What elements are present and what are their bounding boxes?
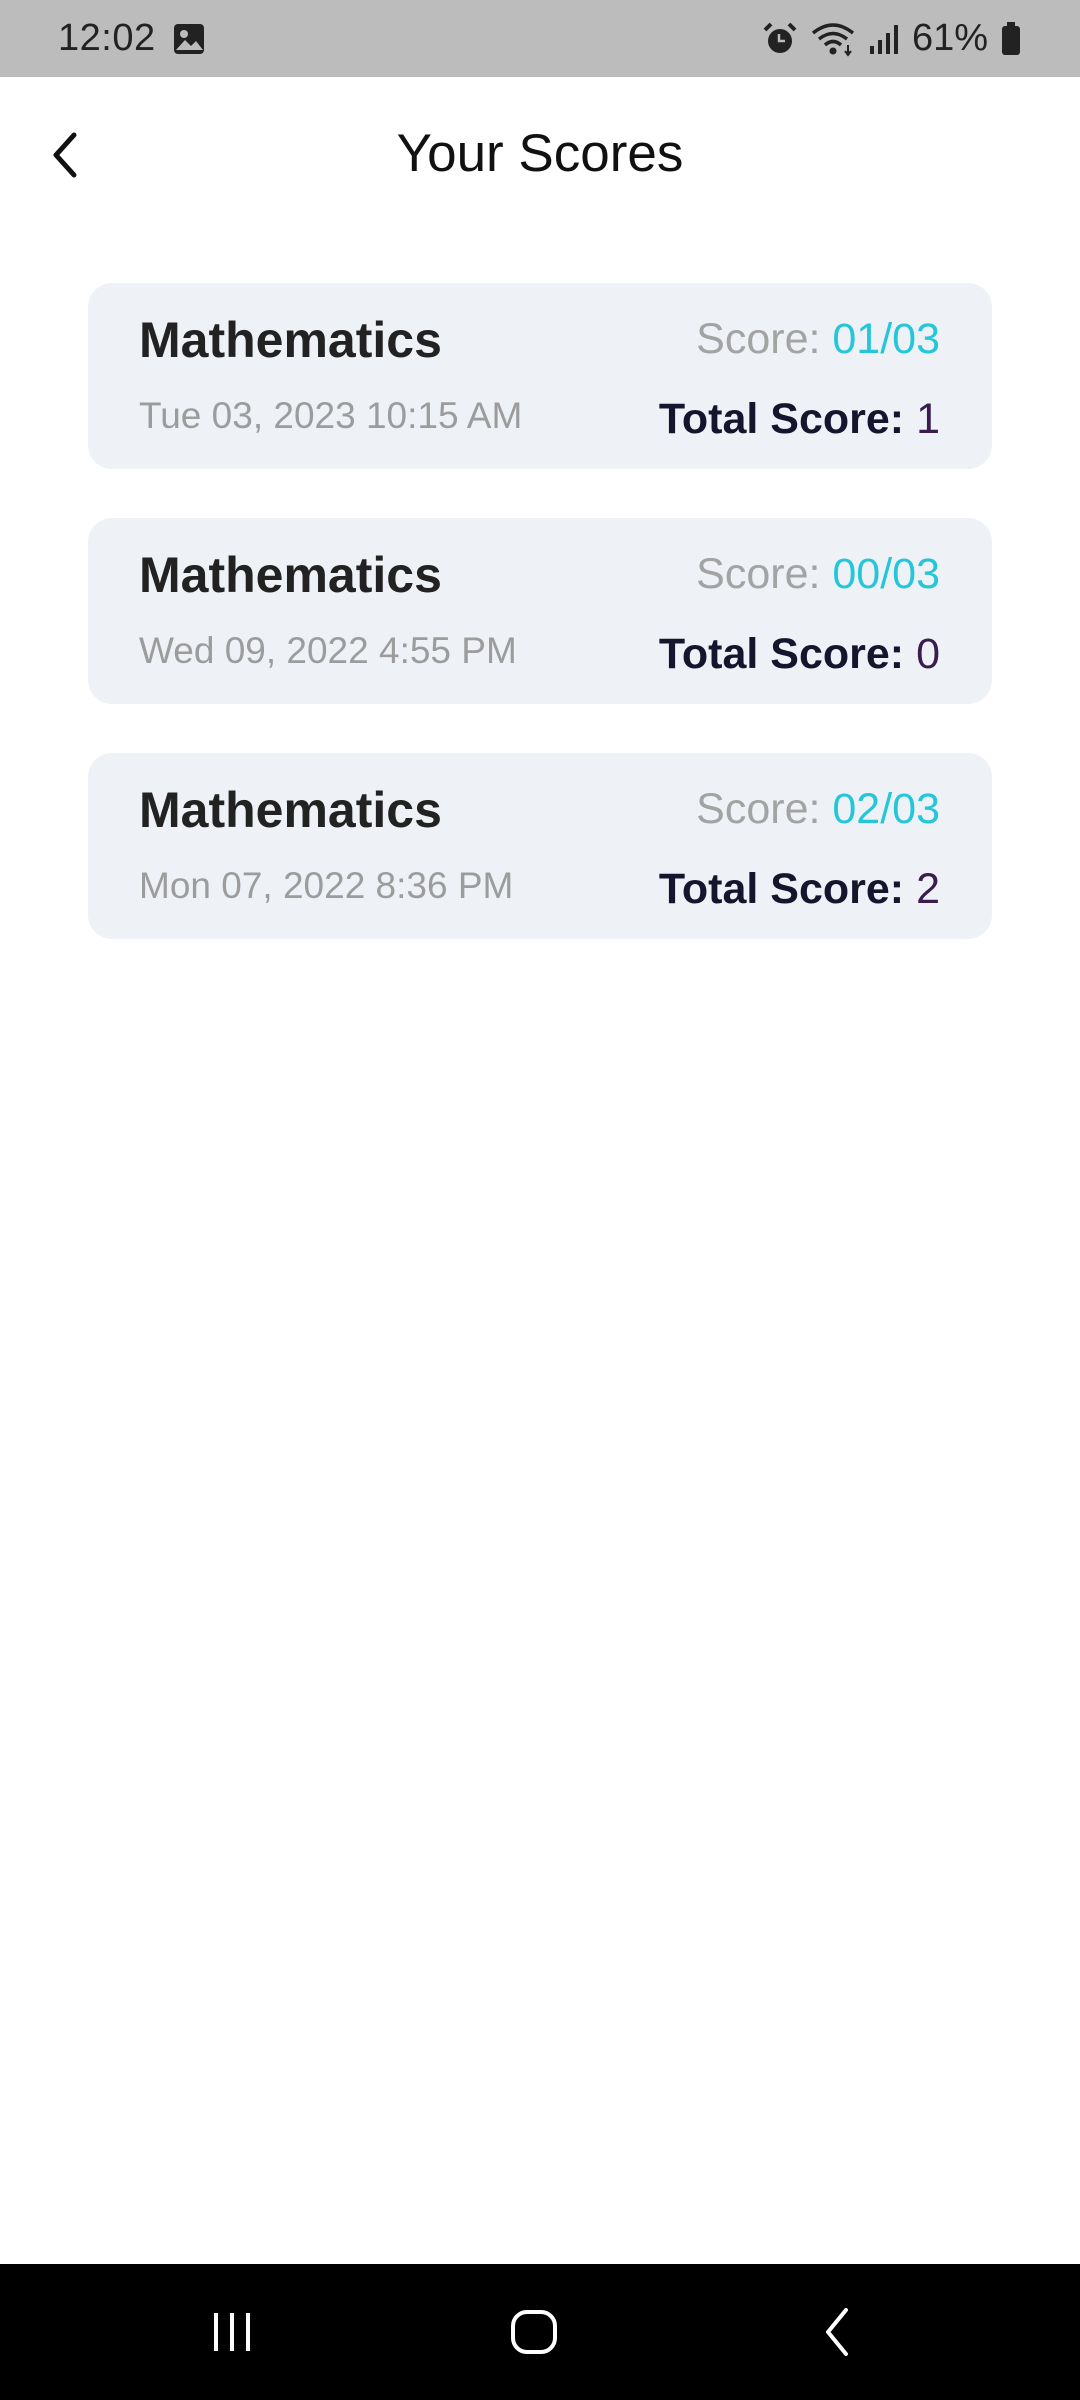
attempt-date: Mon 07, 2022 8:36 PM <box>139 865 514 906</box>
score-value: 00/03 <box>832 550 940 598</box>
alarm-icon <box>762 21 798 57</box>
total-score-value: 2 <box>916 865 940 913</box>
attempt-date: Wed 09, 2022 4:55 PM <box>139 630 517 671</box>
signal-icon <box>868 22 900 56</box>
back-icon <box>826 2308 848 2356</box>
score-value: 02/03 <box>832 785 940 833</box>
score-card[interactable]: Mathematics Tue 03, 2023 10:15 AM Score:… <box>88 283 992 469</box>
recents-icon <box>214 2313 250 2351</box>
total-score-label: Total Score: <box>658 865 905 913</box>
battery-icon <box>1000 21 1022 57</box>
scores-screen: 12:02 61% Your Scores Mathematics Tue 03… <box>0 0 1080 2400</box>
score-card[interactable]: Mathematics Wed 09, 2022 4:55 PM Score: … <box>88 518 992 704</box>
attempt-date: Tue 03, 2023 10:15 AM <box>139 395 523 436</box>
recents-button[interactable] <box>172 2292 292 2372</box>
score-label: Score: <box>696 550 833 598</box>
home-button[interactable] <box>474 2292 594 2372</box>
total-score-line: Total Score: 2 <box>659 865 940 914</box>
score-line: Score: 01/03 <box>696 315 940 364</box>
status-time: 12:02 <box>58 17 156 59</box>
subject-title: Mathematics <box>139 782 442 838</box>
system-back-button[interactable] <box>778 2292 898 2372</box>
subject-title: Mathematics <box>139 547 442 603</box>
status-left: 12:02 <box>58 17 206 60</box>
score-list: Mathematics Tue 03, 2023 10:15 AM Score:… <box>88 283 992 988</box>
total-score-line: Total Score: 1 <box>659 395 940 444</box>
total-score-label: Total Score: <box>658 630 905 678</box>
battery-percentage: 61% <box>911 17 988 59</box>
page-title: Your Scores <box>396 124 684 183</box>
score-label: Score: <box>696 785 833 833</box>
score-value: 01/03 <box>832 315 940 363</box>
header: Your Scores <box>0 77 1080 237</box>
navigation-bar <box>0 2264 1080 2400</box>
total-score-line: Total Score: 0 <box>659 630 940 679</box>
total-score-value: 0 <box>916 630 940 678</box>
wifi-icon <box>810 21 856 57</box>
total-score-label: Total Score: <box>658 395 905 443</box>
score-line: Score: 02/03 <box>696 785 940 834</box>
score-line: Score: 00/03 <box>696 550 940 599</box>
status-right: 61% <box>750 17 1022 60</box>
total-score-value: 1 <box>916 395 940 443</box>
subject-title: Mathematics <box>139 312 442 368</box>
score-card[interactable]: Mathematics Mon 07, 2022 8:36 PM Score: … <box>88 753 992 939</box>
gallery-icon <box>172 22 206 56</box>
home-icon <box>511 2310 557 2354</box>
status-bar: 12:02 61% <box>0 0 1080 77</box>
score-label: Score: <box>696 315 833 363</box>
